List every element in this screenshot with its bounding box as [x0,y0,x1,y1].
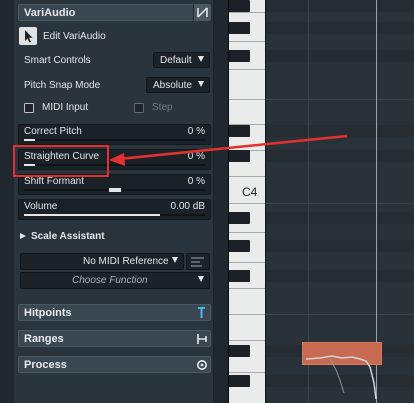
white-key-divider [229,288,266,289]
straighten-curve-value: 0 % [187,151,205,162]
ranges-title: Ranges [24,333,64,345]
range-bracket-icon [193,330,210,347]
process-title: Process [24,359,67,371]
scale-assistant-label[interactable]: Scale Assistant [31,231,105,242]
pitch-lane-dark [266,125,414,137]
process-gear-icon [193,356,210,373]
volume-value: 0.00 dB [170,201,205,212]
black-key[interactable] [229,375,250,387]
midi-reference-dropdown[interactable]: No MIDI Reference [20,253,184,270]
variaudio-title: VariAudio [24,7,76,19]
step-checkbox[interactable] [134,103,144,113]
white-key-divider [229,12,266,13]
pitch-lane-dark [266,150,414,162]
process-section-header[interactable]: Process [18,356,211,373]
highlight-box [13,145,109,177]
pitch-lane-dark [266,212,414,224]
midi-reference-value: No MIDI Reference [83,256,169,267]
white-key-divider [229,176,266,177]
correct-pitch-fill [24,139,35,141]
shift-formant-label: Shift Formant [24,176,85,187]
shift-formant-value: 0 % [187,176,205,187]
pitch-lane-dark [266,270,414,282]
choose-function-dropdown[interactable]: Choose Function [20,272,210,289]
shift-formant-slider[interactable] [24,188,205,192]
white-key-divider [229,262,266,263]
black-key[interactable] [229,50,250,62]
step-label: Step [152,102,173,113]
pitch-lane-dark [266,50,414,62]
edit-variaudio-label: Edit VariAudio [43,31,106,42]
correct-pitch-slider[interactable] [24,139,205,141]
chevron-down-icon [198,56,204,62]
white-key-divider [229,99,266,100]
pitch-snap-mode-dropdown[interactable]: Absolute [146,77,210,93]
midi-reference-options-button[interactable] [186,253,210,270]
lane-divider [266,99,414,100]
edit-variaudio-button[interactable] [19,27,37,45]
lane-divider [266,314,414,315]
midi-input-checkbox[interactable] [24,103,34,113]
white-key-divider [229,203,266,204]
black-key[interactable] [229,270,250,282]
black-key[interactable] [229,150,250,162]
black-key[interactable] [229,212,250,224]
black-key[interactable] [229,22,250,34]
pitch-snap-mode-value: Absolute [153,80,192,91]
white-key-divider [229,232,266,233]
list-lines-icon [191,257,204,267]
volume-label: Volume [24,201,58,212]
midi-input-label: MIDI Input [42,102,89,113]
white-key-divider [229,69,266,70]
piano-keyboard[interactable]: C4 [228,0,266,403]
black-key[interactable] [229,0,250,12]
smart-controls-dropdown[interactable]: Default [153,52,210,68]
choose-function-value: Choose Function [72,275,148,286]
chevron-down-icon [198,276,204,282]
black-key[interactable] [229,345,250,357]
collapse-icon[interactable] [193,4,210,21]
variaudio-inspector: VariAudio Edit VariAudio Smart Controls … [14,0,214,403]
hitpoint-marker-icon [193,304,210,321]
correct-pitch-control[interactable]: Correct Pitch 0 % [18,124,211,145]
volume-slider[interactable] [24,214,205,216]
black-key[interactable] [229,240,250,252]
pitch-lane-dark [266,240,414,252]
white-key-divider [229,41,266,42]
volume-control[interactable]: Volume 0.00 dB [18,199,211,220]
white-key-divider [229,314,266,315]
pitch-lane-dark [266,0,414,12]
cursor-arrow-icon [25,30,33,43]
expand-triangle-icon[interactable] [20,233,26,239]
pitch-lane-dark [266,22,414,34]
chevron-down-icon [172,257,178,263]
note-editor-area[interactable] [265,0,414,403]
c4-key-label: C4 [242,185,258,199]
smart-controls-label: Smart Controls [24,55,91,66]
chevron-down-icon [198,81,204,87]
hitpoints-title: Hitpoints [24,307,72,319]
pitch-snap-mode-label: Pitch Snap Mode [24,80,101,91]
smart-controls-value: Default [160,55,192,66]
shift-formant-control[interactable]: Shift Formant 0 % [18,174,211,195]
hitpoints-section-header[interactable]: Hitpoints [18,304,211,321]
lane-divider [266,203,414,204]
volume-fill [24,214,160,216]
white-key-divider [229,372,266,373]
variaudio-section-header[interactable]: VariAudio [18,4,211,21]
white-key-divider [229,340,266,341]
pitch-curve [305,355,377,400]
correct-pitch-value: 0 % [187,126,205,137]
black-key[interactable] [229,125,250,137]
shift-formant-knob[interactable] [109,188,122,192]
ranges-section-header[interactable]: Ranges [18,330,211,347]
correct-pitch-label: Correct Pitch [24,126,82,137]
